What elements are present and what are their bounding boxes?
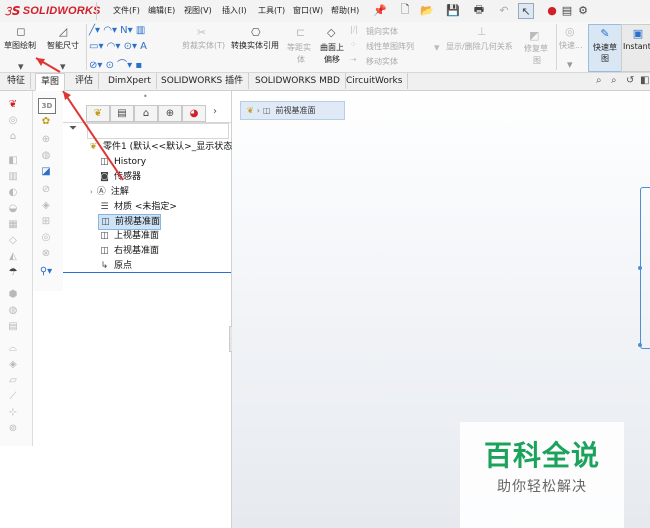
annotation-arrows <box>35 57 124 181</box>
arrow-to-sketch-tab <box>62 90 124 181</box>
